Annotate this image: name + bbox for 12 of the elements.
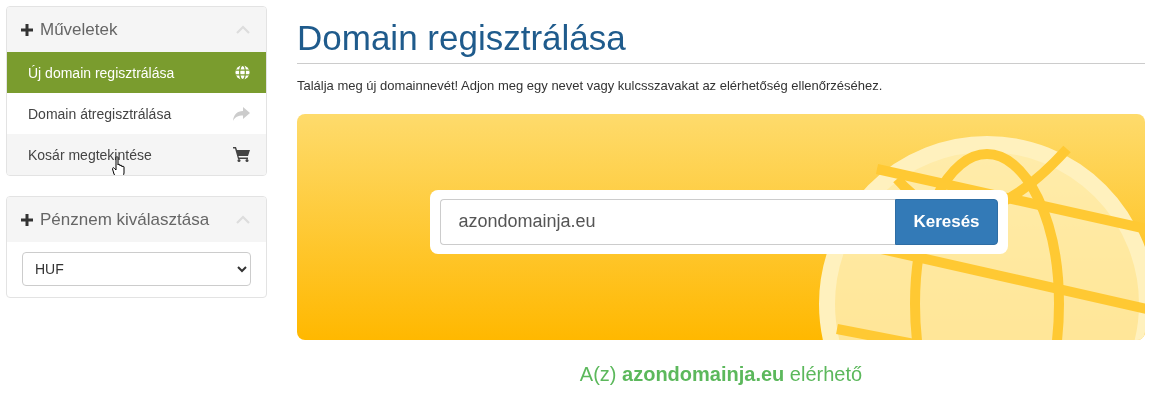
panel-header[interactable]: Műveletek	[7, 7, 266, 52]
panel-title: Műveletek	[40, 19, 119, 40]
description-text: Találja meg új domainnevét! Adjon meg egy nevet vagy kulcsszavakat az elérhetőség ellenőrzéséhez.	[297, 78, 884, 94]
panel-header[interactable]: Pénznem kiválasztása	[7, 197, 266, 242]
menu-item[interactable]: Kosár megtekintése	[7, 134, 266, 175]
availability-message: A(z) azondomainja.eu elérhető	[578, 363, 864, 387]
menu-item[interactable]: Domain átregisztrálása	[7, 93, 266, 134]
domain-search-field[interactable]: azondomainja.eu	[440, 198, 896, 245]
search-button[interactable]: Keresés	[895, 198, 998, 245]
currency-select[interactable]: HUF	[22, 252, 251, 286]
page-title: Domain regisztrálása	[297, 18, 1145, 65]
panel-title: Pénznem kiválasztása	[40, 209, 211, 230]
